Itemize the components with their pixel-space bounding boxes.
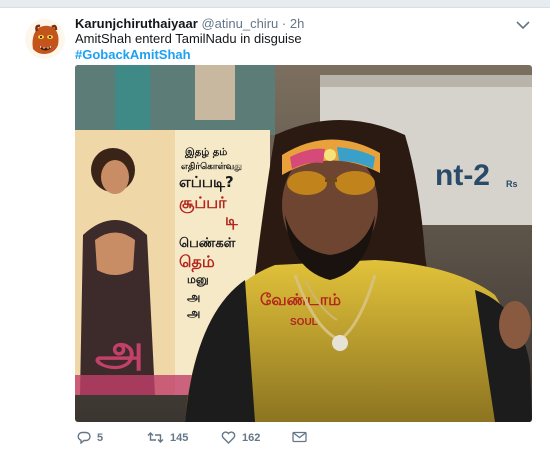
tweet-header: Karunjchiruthaiyaar @atinu_chiru · 2h — [75, 16, 304, 31]
reply-icon — [77, 431, 91, 444]
like-count: 162 — [242, 431, 261, 444]
direct-message-button[interactable] — [292, 431, 307, 443]
heart-icon — [221, 431, 236, 444]
tweet[interactable]: Karunjchiruthaiyaar @atinu_chiru · 2h Am… — [0, 7, 550, 450]
sign-text: nt-2 — [435, 159, 490, 192]
sign-text-small: Rs — [506, 179, 518, 189]
envelope-icon — [292, 431, 307, 443]
retweet-button[interactable]: 145 — [147, 431, 188, 444]
tweet-timestamp[interactable]: 2h — [290, 16, 304, 31]
reply-count: 5 — [97, 431, 104, 444]
tweet-photo[interactable]: nt-2 Rs இதழ் தம் எதிர்கொள்வது எப்படி? சூ… — [75, 65, 532, 422]
separator-dot: · — [281, 16, 287, 31]
avatar[interactable] — [25, 19, 65, 59]
shirt-text-small: SOUL — [290, 317, 318, 328]
user-handle[interactable]: @atinu_chiru — [201, 16, 278, 31]
display-name[interactable]: Karunjchiruthaiyaar — [75, 16, 198, 31]
tweet-body: AmitShah enterd TamilNadu in disguise — [75, 31, 302, 46]
chevron-down-icon[interactable] — [516, 17, 530, 30]
like-button[interactable]: 162 — [221, 431, 260, 444]
tweet-text: AmitShah enterd TamilNadu in disguise #G… — [75, 31, 302, 63]
hashtag-link[interactable]: #GobackAmitShah — [75, 47, 302, 63]
svg-text:அ: அ — [95, 325, 144, 376]
reply-button[interactable]: 5 — [77, 431, 103, 444]
retweet-count: 145 — [170, 431, 189, 444]
retweet-icon — [147, 431, 164, 444]
